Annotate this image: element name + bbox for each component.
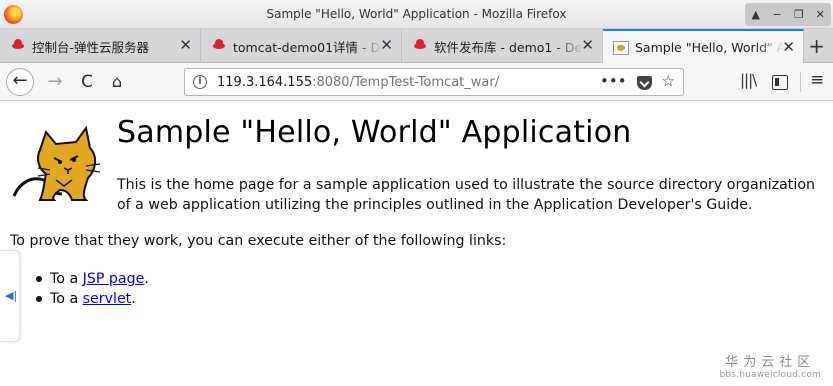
tab-label: Sample "Hello, World" A [635,40,785,55]
list-item-prefix: To a [50,291,83,307]
tab-software-release-repo[interactable]: 软件发布库 - demo1 - De ✕ [402,29,603,63]
hamburger-menu-icon[interactable]: ≡ [810,70,824,90]
page-actions-button[interactable]: ••• [600,72,627,90]
page-title: Sample "Hello, World" Application [117,115,632,150]
close-icon[interactable]: ✕ [581,37,594,53]
url-path: :8080/TempTest-Tomcat_war/ [312,75,500,90]
bookmark-star-icon[interactable]: ☆ [662,72,675,90]
address-bar[interactable]: i 119.3.164.155:8080/TempTest-Tomcat_war… [184,68,684,96]
window-title: Sample "Hello, World" Application - Mozi… [266,7,567,21]
window-titlebar: Sample "Hello, World" Application - Mozi… [0,0,833,29]
tomcat-logo [12,125,101,201]
window-up-icon[interactable]: ▲ [746,5,766,25]
url-text[interactable]: 119.3.164.155:8080/TempTest-Tomcat_war/ [217,75,499,90]
pocket-icon[interactable] [636,76,652,90]
window-controls: ▲ − ❐ ✕ [745,3,831,26]
site-info-icon[interactable]: i [193,75,207,89]
close-icon[interactable]: ✕ [179,37,192,53]
huawei-icon [412,39,428,53]
window-restore-button[interactable]: ❐ [789,5,809,25]
list-item: To a servlet. [36,289,149,309]
huawei-icon [10,39,26,53]
tab-label: 软件发布库 - demo1 - De [434,39,583,55]
links-intro-text: To prove that they work, you can execute… [10,233,507,249]
library-icon[interactable]: |||\ [740,71,757,89]
jsp-page-link[interactable]: JSP page [83,271,145,287]
tab-huawei-console[interactable]: 控制台-弹性云服务器 ✕ [0,29,201,63]
url-actions: ••• ☆ [600,72,675,90]
list-item-suffix: . [144,271,149,287]
home-button[interactable]: ⌂ [104,69,130,95]
huawei-icon [211,39,227,53]
toolbar-divider [800,72,801,92]
watermark-url: bbs.huaweicloud.com [719,370,821,380]
intro-paragraph: This is the home page for a sample appli… [117,177,815,213]
tab-hello-world-active[interactable]: Sample "Hello, World" A ✕ [603,29,804,64]
tab-strip: 控制台-弹性云服务器 ✕ tomcat-demo01详情 - De ✕ 软件发布… [0,29,833,64]
window-minimize-button[interactable]: − [767,5,787,25]
tab-tomcat-demo-details[interactable]: tomcat-demo01详情 - De ✕ [201,29,402,63]
back-button[interactable]: ← [6,68,34,96]
url-host: 119.3.164.155 [217,75,313,90]
page-content: Sample "Hello, World" Application This i… [0,102,833,386]
sidebar-toggle-icon[interactable] [772,75,788,90]
close-icon[interactable]: ✕ [380,37,393,53]
tab-label: tomcat-demo01详情 - De [233,39,383,55]
navigation-toolbar: ← → C ⌂ i 119.3.164.155:8080/TempTest-To… [0,63,833,101]
servlet-link[interactable]: servlet [83,291,132,307]
link-list: To a JSP page. To a servlet. [36,269,149,309]
forward-button[interactable]: → [42,69,68,95]
watermark-title: 华为云社区 [725,355,816,370]
tab-label: 控制台-弹性云服务器 [32,39,150,55]
list-item-prefix: To a [50,271,83,287]
list-item: To a JSP page. [36,269,149,289]
list-item-suffix: . [131,291,136,307]
reload-button[interactable]: C [74,69,100,95]
close-icon[interactable]: ✕ [782,39,795,55]
side-panel-tab[interactable]: ◀| [0,250,20,342]
collapse-arrow-icon: ◀| [5,289,18,302]
new-tab-button[interactable]: + [808,34,825,58]
watermark: 华为云社区 bbs.huaweicloud.com [719,351,821,380]
tomcat-icon [613,40,629,55]
window-close-button[interactable]: ✕ [810,5,830,25]
